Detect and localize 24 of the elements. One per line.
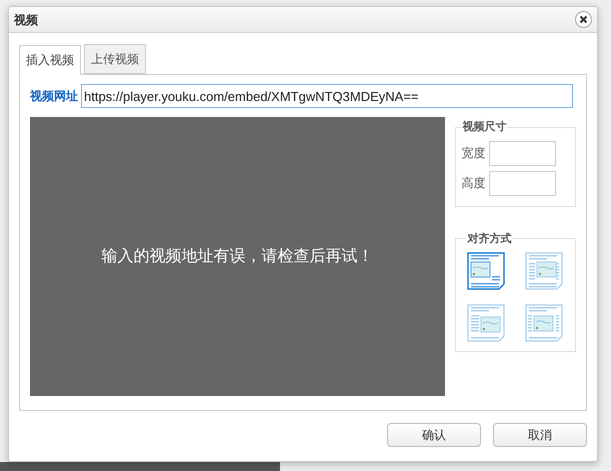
- input-field[interactable]: [489, 140, 556, 166]
- tab[interactable]: 插入视频: [19, 45, 81, 75]
- align-option[interactable]: [524, 251, 564, 291]
- tab[interactable]: 上传视频: [84, 44, 146, 74]
- url-label: 视频网址: [30, 88, 78, 105]
- group-title: 视频尺寸: [461, 120, 508, 135]
- field-label: 宽度: [461, 145, 486, 162]
- window-title: 视频: [14, 12, 38, 28]
- error-message: 输入的视频地址有误，请检查后再试！: [102, 246, 374, 266]
- image-layout-icon: [467, 304, 506, 342]
- align-option[interactable]: [466, 251, 506, 291]
- image-layout-icon: [524, 252, 563, 290]
- close-icon: [579, 15, 588, 24]
- close-button[interactable]: [575, 11, 592, 28]
- field-label: 高度: [461, 175, 486, 192]
- align-option[interactable]: [466, 303, 506, 343]
- input-field[interactable]: [489, 170, 556, 196]
- group-title: 对齐方式: [466, 232, 512, 246]
- image-layout-icon: [467, 252, 506, 290]
- url-field[interactable]: https://player.youku.com/embed/XMTgwNTQ3MDEyNA==: [81, 84, 573, 108]
- image-layout-icon: [524, 304, 563, 342]
- dialog-button[interactable]: 确认: [387, 423, 481, 447]
- dialog-button[interactable]: 取消: [493, 423, 587, 447]
- align-option[interactable]: [524, 303, 564, 343]
